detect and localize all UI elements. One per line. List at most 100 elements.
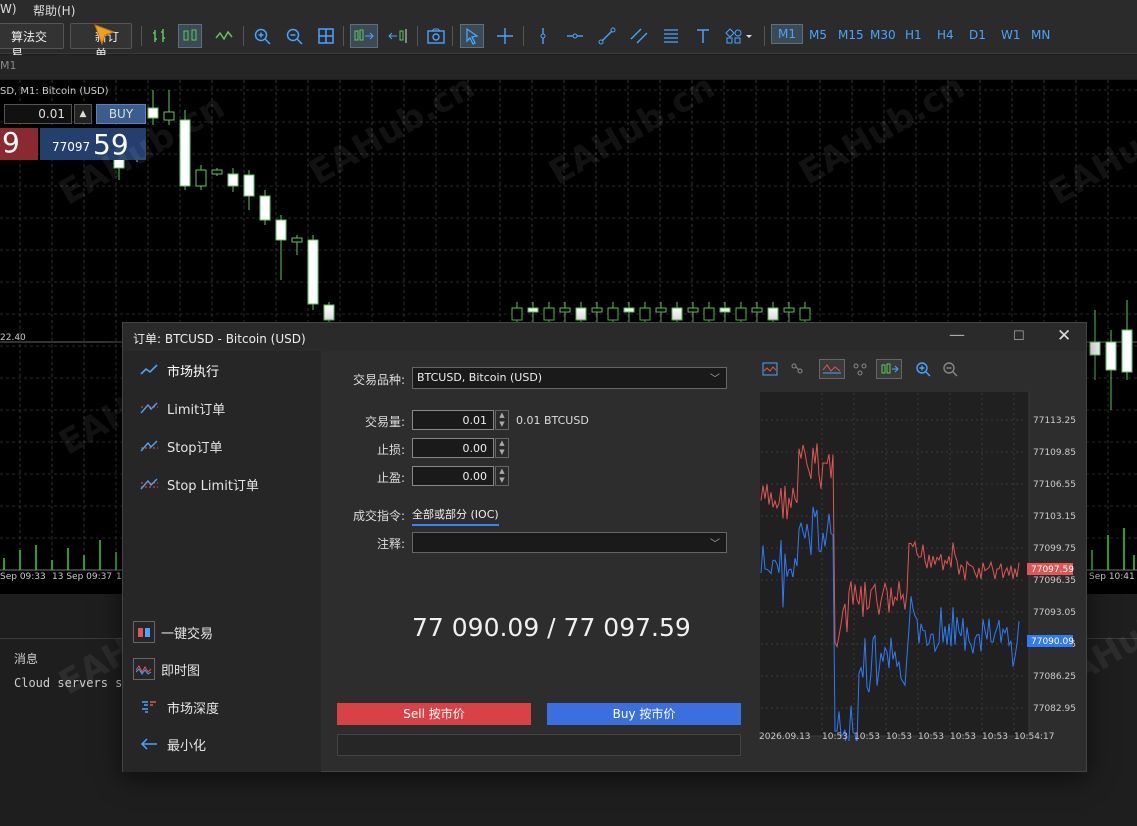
- bar-chart-icon[interactable]: [148, 24, 172, 48]
- tick-y-label: 77099.75: [1033, 544, 1076, 554]
- sidebar-item-label: Stop订单: [167, 440, 223, 456]
- toolbar: 算法交易 新订单 M1 M5 M15 M30 H1 H4 D1 W1 MN: [0, 18, 1137, 61]
- sidebar-item-market-depth[interactable]: 市场深度: [139, 696, 219, 718]
- candle-body: [623, 307, 635, 313]
- zoom-out-icon[interactable]: [282, 24, 306, 48]
- volume-input[interactable]: 0.01: [412, 410, 494, 430]
- candle-body: [783, 307, 795, 313]
- sell-market-button[interactable]: Sell 按市价: [337, 703, 531, 725]
- tick-chart-line-icon[interactable]: [819, 359, 845, 379]
- bid-ask-quote: 77 090.09 / 77 097.59: [412, 613, 691, 642]
- take-profit-stepper[interactable]: ▲ ▼: [495, 466, 509, 486]
- tick-chart-type-icon[interactable]: [760, 359, 780, 379]
- zoom-in-icon[interactable]: [250, 24, 274, 48]
- one-click-buy-price[interactable]: 77097 59: [40, 128, 146, 161]
- ask-price-tag-label: 77097.59: [1031, 565, 1074, 575]
- order-dialog: 订单: BTCUSD - Bitcoin (USD) — ☐ ✕ 市场执行 Li…: [122, 322, 1087, 772]
- auto-scroll-icon[interactable]: [350, 24, 378, 48]
- line-chart-icon[interactable]: [212, 24, 236, 48]
- fibonacci-icon[interactable]: [659, 24, 683, 48]
- candle-body: [671, 307, 683, 321]
- candle-body: [291, 237, 303, 243]
- chart-tab-label[interactable]: M1: [0, 59, 17, 72]
- minimize-window-icon[interactable]: —: [949, 325, 965, 344]
- timeframe-w1[interactable]: W1: [1001, 28, 1021, 42]
- shapes-dropdown-icon[interactable]: [722, 24, 756, 48]
- one-click-sell-price[interactable]: 9: [0, 128, 38, 160]
- sidebar-item-limit-order[interactable]: Limit订单: [139, 397, 225, 419]
- messages-column-header[interactable]: 消息: [14, 650, 38, 667]
- screenshot-icon[interactable]: [424, 24, 448, 48]
- candle-body: [227, 173, 239, 187]
- chart-tab-row: M1: [0, 55, 1137, 79]
- candle-body: [543, 307, 555, 321]
- tile-windows-icon[interactable]: [314, 24, 338, 48]
- symbol-value: BTCUSD, Bitcoin (USD): [417, 371, 543, 384]
- stop-loss-stepper[interactable]: ▲ ▼: [495, 438, 509, 458]
- candle-body: [275, 219, 287, 241]
- menu-view[interactable]: W): [0, 2, 17, 16]
- timeframe-m1[interactable]: M1: [771, 24, 803, 44]
- chart-shift-icon[interactable]: [384, 24, 412, 48]
- dialog-titlebar[interactable]: 订单: BTCUSD - Bitcoin (USD) — ☐ ✕: [123, 323, 1086, 351]
- tick-chart-scatter-icon[interactable]: [788, 359, 808, 379]
- candle-body: [591, 307, 603, 313]
- one-click-buy-button[interactable]: BUY: [96, 104, 146, 124]
- one-click-lot-input[interactable]: 0.01: [4, 104, 72, 124]
- sidebar-item-market-execution[interactable]: 市场执行: [139, 359, 219, 381]
- tick-x-label: 10:53: [822, 732, 848, 741]
- tick-zoom-in-icon[interactable]: [913, 359, 933, 379]
- text-tool-icon[interactable]: [691, 24, 715, 48]
- stop-loss-input[interactable]: 0.00: [412, 438, 494, 458]
- buy-market-button[interactable]: Buy 按市价: [547, 703, 741, 725]
- crosshair-icon[interactable]: [493, 24, 517, 48]
- horizontal-line-icon[interactable]: [563, 24, 587, 48]
- take-profit-input[interactable]: 0.00: [412, 466, 494, 486]
- sidebar-item-label: 市场深度: [167, 701, 220, 717]
- timeframe-mn[interactable]: MN: [1031, 28, 1050, 42]
- timeframe-d1[interactable]: D1: [969, 28, 986, 42]
- tick-chart-candles-icon[interactable]: [876, 359, 902, 379]
- maximize-window-icon[interactable]: ☐: [1013, 329, 1025, 344]
- close-window-icon[interactable]: ✕: [1057, 326, 1071, 346]
- sidebar-item-tick-chart[interactable]: 即时图: [133, 658, 200, 680]
- price-scale-label: 22.40: [0, 333, 26, 343]
- sidebar-item-stop-limit-order[interactable]: Stop Limit订单: [139, 473, 259, 495]
- algo-trading-button[interactable]: 算法交易: [0, 23, 64, 61]
- symbol-select[interactable]: BTCUSD, Bitcoin (USD) ﹀: [412, 367, 727, 389]
- tick-y-label: 77109.85: [1033, 448, 1076, 458]
- tick-zoom-out-icon[interactable]: [940, 359, 960, 379]
- timeframe-h1[interactable]: H1: [905, 28, 922, 42]
- stop-limit-order-icon: [139, 475, 159, 493]
- candle-body: [751, 307, 763, 313]
- volume-label: 交易量:: [364, 415, 405, 429]
- menu-help[interactable]: 帮助(H): [33, 2, 75, 19]
- candle-body: [655, 307, 667, 313]
- candle-body: [767, 307, 779, 321]
- timeframe-m5[interactable]: M5: [809, 28, 827, 42]
- timeframe-m15[interactable]: M15: [838, 28, 864, 42]
- vertical-line-icon[interactable]: [531, 24, 555, 48]
- timeframe-m30[interactable]: M30: [870, 28, 896, 42]
- tick-chart-icon: [133, 658, 155, 680]
- timeframe-h4[interactable]: H4: [937, 28, 954, 42]
- tick-chart-nodes-icon[interactable]: [850, 359, 870, 379]
- sidebar-item-stop-order[interactable]: Stop订单: [139, 435, 223, 457]
- comment-input[interactable]: ﹀: [412, 532, 727, 553]
- volume-stepper[interactable]: ▲ ▼: [495, 410, 509, 430]
- tick-chart[interactable]: 77113.25 77109.85 77106.55 77103.15 77099.75…: [758, 390, 1081, 772]
- sidebar-item-label: 最小化: [167, 738, 207, 754]
- candlestick-chart-icon[interactable]: [178, 24, 202, 48]
- trendline-icon[interactable]: [595, 24, 619, 48]
- channel-icon[interactable]: [627, 24, 651, 48]
- candle-body: [719, 307, 731, 313]
- candle-body: [323, 304, 335, 321]
- fill-policy-label: 成交指令:: [352, 509, 405, 523]
- sidebar-item-one-click-trading[interactable]: 一键交易: [133, 621, 213, 643]
- fill-policy-select[interactable]: 全部或部分 (IOC): [412, 506, 499, 526]
- cursor-select-icon[interactable]: [460, 24, 484, 48]
- lot-up-arrow-icon[interactable]: ▲: [74, 104, 92, 124]
- time-label-1: Sep 09:33: [0, 572, 46, 582]
- tick-y-label: 77082.95: [1033, 704, 1076, 714]
- sidebar-item-minimize[interactable]: 最小化: [139, 733, 206, 755]
